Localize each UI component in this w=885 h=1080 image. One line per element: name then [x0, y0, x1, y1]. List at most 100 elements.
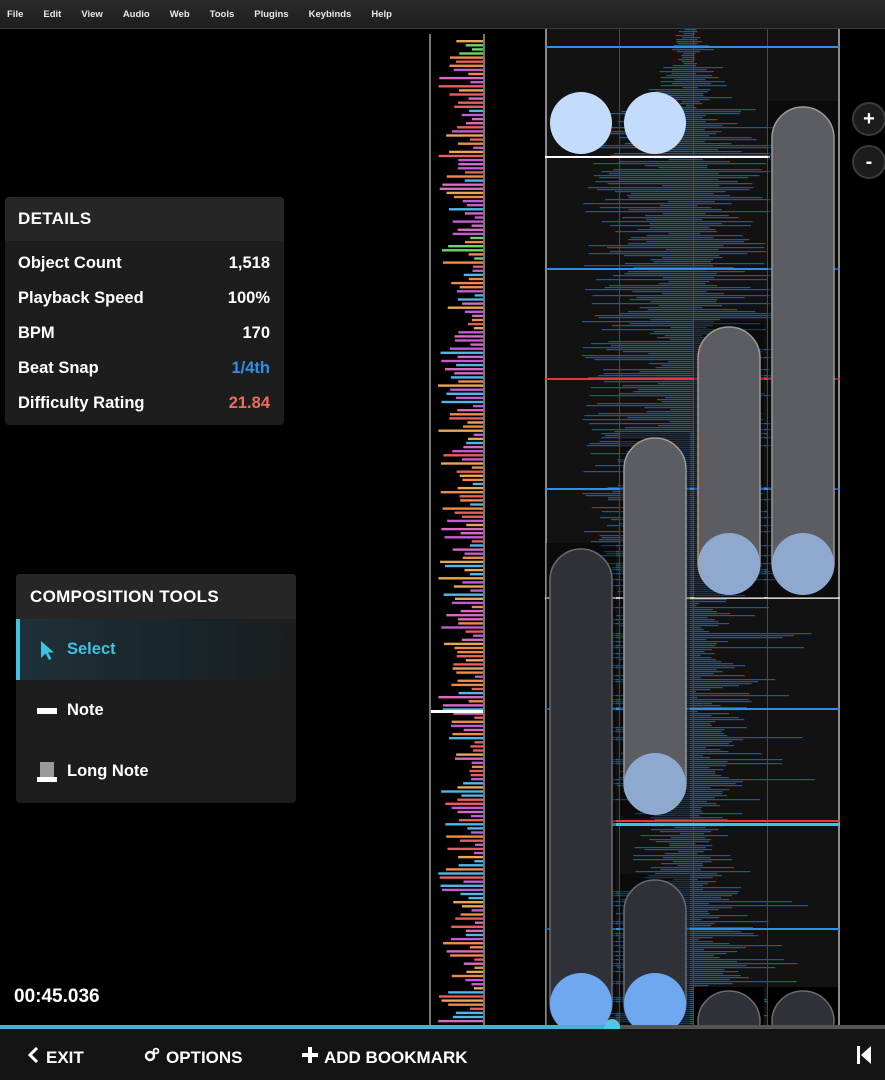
- density-bar: [458, 331, 483, 334]
- density-bar: [465, 122, 483, 125]
- waveform-line: [587, 187, 754, 189]
- waveform-line: [679, 103, 703, 105]
- waveform-line: [678, 59, 695, 61]
- density-bar: [450, 937, 483, 941]
- menu-file[interactable]: File: [7, 9, 23, 20]
- density-bar: [455, 396, 483, 400]
- menu-web[interactable]: Web: [170, 9, 190, 20]
- density-bar: [449, 347, 483, 350]
- density-bar: [463, 782, 483, 785]
- density-bar: [449, 737, 483, 740]
- zoom-in-button[interactable]: +: [852, 102, 885, 136]
- density-bar: [457, 142, 483, 145]
- menu-keybinds[interactable]: Keybinds: [309, 9, 352, 20]
- waveform-line: [595, 181, 739, 183]
- waveform-line: [676, 41, 703, 43]
- waveform-line: [668, 281, 710, 283]
- density-bar: [445, 868, 483, 871]
- waveform-line: [629, 299, 718, 301]
- density-bar: [474, 966, 483, 969]
- tool-note[interactable]: Note: [16, 680, 296, 741]
- waveform-line: [660, 77, 719, 79]
- exit-button[interactable]: EXIT: [27, 1046, 84, 1068]
- density-bar: [457, 618, 483, 621]
- waveform-line: [658, 305, 723, 307]
- density-bar: [446, 614, 483, 617]
- waveform-line: [671, 49, 714, 51]
- density-bar: [454, 105, 483, 108]
- waveform-line: [670, 837, 706, 839]
- density-bar: [471, 909, 483, 912]
- density-bar: [451, 601, 483, 605]
- density-bar: [438, 384, 483, 387]
- waveform-line: [624, 263, 765, 265]
- measure-line: [545, 46, 840, 48]
- density-bar: [442, 261, 483, 264]
- menu-tools[interactable]: Tools: [210, 9, 235, 20]
- menu-plugins[interactable]: Plugins: [254, 9, 288, 20]
- menu-edit[interactable]: Edit: [43, 9, 61, 20]
- waveform-line: [682, 37, 701, 39]
- density-bar: [463, 425, 483, 428]
- tool-long-note[interactable]: Long Note: [16, 741, 296, 802]
- menu-help[interactable]: Help: [371, 9, 392, 20]
- density-bar: [458, 864, 483, 867]
- note: [550, 92, 612, 154]
- density-bar: [454, 597, 483, 600]
- density-bar: [445, 823, 483, 826]
- density-bar: [470, 343, 483, 346]
- density-bar: [464, 552, 483, 555]
- density-bar: [443, 454, 483, 457]
- waveform-line: [684, 29, 697, 31]
- density-bar: [470, 81, 483, 84]
- menu-view[interactable]: View: [81, 9, 102, 20]
- density-bar: [473, 146, 483, 149]
- waveform-line: [649, 839, 711, 841]
- tool-select[interactable]: Select: [16, 619, 296, 680]
- menu-audio[interactable]: Audio: [123, 9, 150, 20]
- waveform-line: [604, 287, 751, 289]
- density-bar: [471, 224, 483, 227]
- playfield[interactable]: [545, 29, 840, 1025]
- waveform-line: [644, 849, 713, 851]
- density-bar: [457, 228, 483, 231]
- density-bar: [442, 888, 483, 892]
- waveform-line: [599, 147, 773, 149]
- waveform-line: [627, 243, 766, 245]
- long-note-icon: [36, 761, 58, 783]
- waveform-line: [660, 81, 725, 83]
- waveform-line: [655, 91, 709, 93]
- density-bar: [470, 503, 483, 506]
- density-bar: [452, 732, 483, 736]
- density-bar: [470, 236, 483, 240]
- density-bar: [474, 216, 483, 219]
- density-bar: [473, 327, 483, 330]
- density-bar: [456, 671, 483, 674]
- density-overview-strip[interactable]: [429, 34, 485, 1027]
- waveform-line: [649, 223, 722, 225]
- zoom-out-button[interactable]: -: [852, 145, 885, 179]
- density-bar: [459, 474, 483, 477]
- waveform-line: [599, 177, 748, 179]
- options-button[interactable]: OPTIONS: [144, 1047, 243, 1068]
- density-bar: [465, 978, 483, 982]
- density-bar: [471, 540, 483, 543]
- density-bar: [449, 413, 483, 416]
- density-bar: [446, 175, 483, 178]
- detail-label: Playback Speed: [18, 289, 144, 307]
- waveform-line: [647, 309, 738, 311]
- density-bar: [450, 954, 483, 957]
- add-bookmark-button[interactable]: ADD BOOKMARK: [302, 1047, 468, 1068]
- skip-to-start-icon: [857, 1046, 871, 1068]
- menu-bar: File Edit View Audio Web Tools Plugins K…: [0, 0, 885, 29]
- waveform-line: [620, 179, 719, 181]
- density-bar: [449, 64, 483, 67]
- skip-to-start-button[interactable]: [857, 1046, 871, 1069]
- waveform-line: [644, 165, 708, 167]
- density-bar: [459, 286, 483, 289]
- chevron-left-icon: [27, 1046, 40, 1068]
- density-bar: [438, 577, 483, 580]
- density-bar: [451, 281, 483, 285]
- density-bar: [441, 626, 483, 629]
- waveform-line: [668, 233, 701, 235]
